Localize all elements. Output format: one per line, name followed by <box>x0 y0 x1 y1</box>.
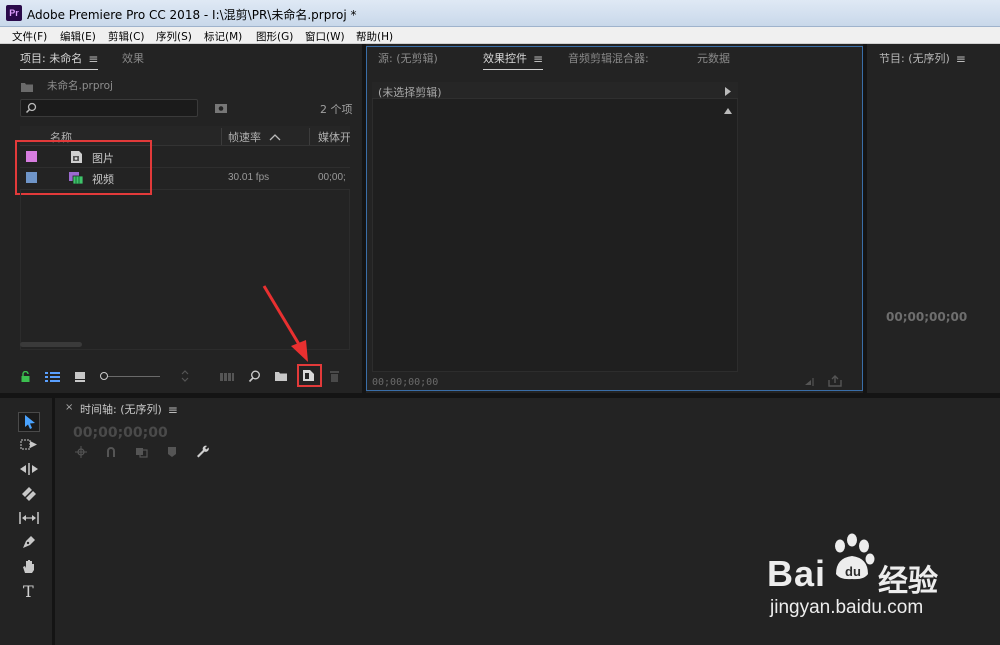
tab-timeline-label: 时间轴: (无序列) <box>80 403 162 416</box>
linked-selection-icon[interactable] <box>135 446 148 458</box>
menu-window[interactable]: 窗口(W) <box>305 29 345 44</box>
column-frame-rate[interactable]: 帧速率 <box>228 129 281 145</box>
icon-view-icon[interactable] <box>74 371 86 383</box>
tab-project[interactable]: 项目: 未命名 ≡ <box>20 50 99 70</box>
svg-text:du: du <box>845 564 861 579</box>
column-divider <box>221 128 222 145</box>
column-divider <box>309 128 310 145</box>
item-media-start: 00;00; <box>318 172 346 183</box>
focused-panel-border <box>366 46 863 391</box>
sort-icons-icon[interactable] <box>180 369 190 383</box>
snap-magnet-icon[interactable] <box>105 446 117 458</box>
zoom-slider-handle[interactable] <box>100 372 108 380</box>
sort-ascending-icon <box>269 134 280 141</box>
panel-menu-icon[interactable]: ≡ <box>956 52 966 66</box>
panel-menu-icon[interactable]: ≡ <box>88 52 98 66</box>
folder-icon <box>21 83 33 92</box>
track-select-tool-icon[interactable] <box>20 439 38 451</box>
annotation-highlight-box <box>297 364 322 387</box>
nest-icon[interactable] <box>75 446 87 458</box>
tab-program-label: 节目: (无序列) <box>879 52 950 65</box>
menu-marker[interactable]: 标记(M) <box>204 29 242 44</box>
menu-help[interactable]: 帮助(H) <box>356 29 393 44</box>
menu-sequence[interactable]: 序列(S) <box>156 29 192 44</box>
program-monitor-panel: 节目: (无序列) ≡ 00;00;00;00 <box>867 44 1000 393</box>
razor-tool-icon[interactable] <box>22 487 36 501</box>
item-frame-rate: 30.01 fps <box>228 172 270 183</box>
add-marker-icon[interactable] <box>167 446 177 458</box>
annotation-arrow-icon <box>262 285 308 362</box>
trash-icon[interactable] <box>329 370 340 383</box>
timeline-settings-wrench-icon[interactable] <box>196 445 209 458</box>
menu-edit[interactable]: 编辑(E) <box>60 29 96 44</box>
close-tab-icon[interactable]: × <box>65 402 73 413</box>
pen-tool-icon[interactable] <box>22 535 36 549</box>
tab-program[interactable]: 节目: (无序列) ≡ <box>879 50 966 66</box>
item-count: 2 个项 <box>320 103 353 116</box>
slip-tool-icon[interactable] <box>19 512 39 524</box>
tab-active-underline <box>20 69 99 70</box>
project-panel: 项目: 未命名 ≡ 效果 未命名.prproj 2 个项 名称 帧速率 媒体开 图… <box>0 44 362 391</box>
menu-file[interactable]: 文件(F) <box>12 29 47 44</box>
column-frame-rate-label: 帧速率 <box>228 131 261 144</box>
timeline-timecode[interactable]: 00;00;00;00 <box>73 425 168 441</box>
menu-bar: 文件(F) 编辑(E) 剪辑(C) 序列(S) 标记(M) 图形(G) 窗口(W… <box>0 27 1000 44</box>
new-search-bin-icon[interactable] <box>214 102 228 114</box>
search-icon <box>25 102 37 114</box>
search-input[interactable] <box>20 99 198 117</box>
baidu-paw-logo-icon: du <box>835 533 875 580</box>
horizontal-scrollbar[interactable] <box>20 342 82 347</box>
list-view-icon[interactable] <box>45 371 61 383</box>
annotation-highlight-box <box>15 140 152 195</box>
program-timecode[interactable]: 00;00;00;00 <box>886 310 967 324</box>
panel-menu-icon[interactable]: ≡ <box>168 403 178 417</box>
window-title: Adobe Premiere Pro CC 2018 - I:\混剪\PR\未命… <box>27 8 357 22</box>
menu-graphics[interactable]: 图形(G) <box>256 29 293 44</box>
menu-clip[interactable]: 剪辑(C) <box>108 29 145 44</box>
window-title-bar: Pr Adobe Premiere Pro CC 2018 - I:\混剪\PR… <box>0 0 1000 27</box>
automate-to-sequence-icon[interactable] <box>220 372 234 382</box>
baidu-brand-text: Bai <box>767 553 827 594</box>
ripple-edit-tool-icon[interactable] <box>20 463 38 475</box>
hand-tool-icon[interactable] <box>22 559 36 574</box>
project-file-name: 未命名.prproj <box>47 80 113 92</box>
column-media-start[interactable]: 媒体开 <box>318 129 350 145</box>
jingyan-brand-text: 经验 <box>878 564 938 599</box>
watermark-url: jingyan.baidu.com <box>770 597 924 618</box>
new-bin-icon[interactable] <box>274 371 288 382</box>
zoom-slider-track <box>104 376 160 377</box>
zoom-slider[interactable] <box>100 372 162 380</box>
premiere-app-icon: Pr <box>6 5 22 21</box>
selection-tool-icon[interactable] <box>24 415 36 429</box>
tab-effects[interactable]: 效果 <box>122 50 144 66</box>
type-tool-icon[interactable]: T <box>23 582 34 601</box>
lock-icon[interactable] <box>20 371 31 382</box>
find-icon[interactable] <box>248 370 261 383</box>
tab-project-label: 项目: 未命名 <box>20 52 83 65</box>
tools-panel: T <box>0 398 52 645</box>
tab-timeline[interactable]: 时间轴: (无序列) ≡ <box>80 401 178 417</box>
